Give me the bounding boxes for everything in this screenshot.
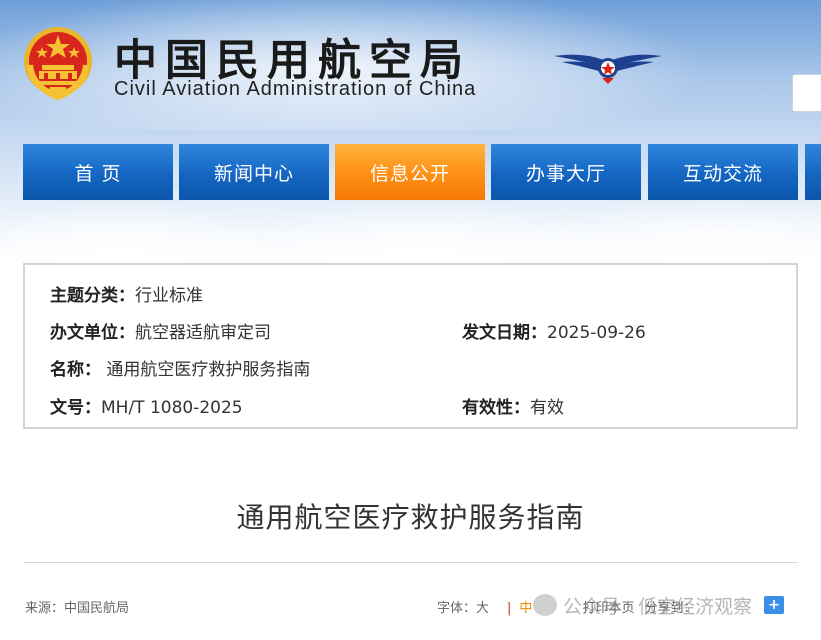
site-title-en: Civil Aviation Administration of China <box>114 78 477 100</box>
share-plus-icon[interactable]: + <box>764 596 784 614</box>
article-source: 来源：中国民航局 <box>25 601 130 616</box>
info-date-value: 2025-09-26 <box>547 323 646 343</box>
info-docno-label: 文号： <box>50 398 101 418</box>
nav-item-home[interactable]: 首 页 <box>23 144 173 200</box>
info-validity: 有效性：有效 <box>462 393 564 418</box>
info-name-value: 通用航空医疗救护服务指南 <box>106 360 311 380</box>
document-info-box: 主题分类：行业标准 办文单位：航空器适航审定司 发文日期：2025-09-26 … <box>23 263 798 429</box>
caac-wings-logo-icon <box>554 54 662 84</box>
nav-item-news[interactable]: 新闻中心 <box>179 144 329 200</box>
info-date: 发文日期：2025-09-26 <box>462 318 646 343</box>
watermark-text: 公众号 · 低空经济观察 <box>563 595 753 618</box>
nav-item-info-disclosure[interactable]: 信息公开 <box>335 144 485 200</box>
info-office-label: 办文单位： <box>50 323 135 343</box>
info-docno-value: MH/T 1080-2025 <box>101 398 243 418</box>
info-category: 主题分类：行业标准 <box>50 281 203 306</box>
info-validity-label: 有效性： <box>462 398 530 418</box>
tools-separator: | <box>507 601 512 616</box>
info-docno: 文号：MH/T 1080-2025 <box>50 393 243 418</box>
search-input[interactable] <box>792 74 821 112</box>
font-size-large-link[interactable]: 大 <box>476 601 489 616</box>
info-office-value: 航空器适航审定司 <box>135 323 271 343</box>
wechat-icon <box>533 594 557 616</box>
font-size-label: 字体： <box>437 601 477 616</box>
info-name: 名称： 通用航空医疗救护服务指南 <box>50 355 310 380</box>
info-date-label: 发文日期： <box>462 323 547 343</box>
nav-item-services[interactable]: 办事大厅 <box>491 144 641 200</box>
article-divider <box>23 562 798 563</box>
info-validity-value: 有效 <box>530 398 564 418</box>
font-size-medium-link[interactable]: 中 <box>519 601 532 616</box>
info-office: 办文单位：航空器适航审定司 <box>50 318 271 343</box>
nav-item-interaction[interactable]: 互动交流 <box>648 144 798 200</box>
info-category-value: 行业标准 <box>135 286 203 306</box>
watermark: 公众号 · 低空经济观察 <box>533 591 752 619</box>
article-title: 通用航空医疗救护服务指南 <box>236 501 585 534</box>
info-name-label: 名称： <box>50 360 101 380</box>
national-emblem-icon <box>24 27 92 101</box>
nav-item-more[interactable] <box>805 144 821 200</box>
main-nav: 首 页 新闻中心 信息公开 办事大厅 互动交流 <box>0 144 821 200</box>
info-category-label: 主题分类： <box>50 286 135 306</box>
